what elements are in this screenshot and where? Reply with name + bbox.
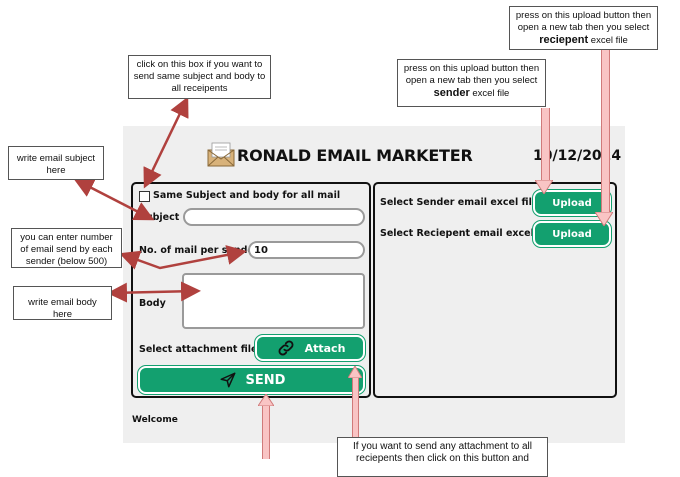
welcome-label: Welcome <box>132 415 178 425</box>
link-icon <box>278 340 294 356</box>
arrow-recipient-upload <box>601 50 610 212</box>
callout-sender-upload-tail: excel file <box>472 88 510 99</box>
body-textarea[interactable] <box>182 273 365 329</box>
attachment-label: Select attachment file <box>139 344 258 355</box>
callout-subject: write email subject here <box>8 146 104 180</box>
callout-recipient-upload-tail: excel file <box>590 35 628 46</box>
arrow-attach <box>352 378 359 438</box>
mail-per-sender-input[interactable]: 10 <box>248 241 365 259</box>
sender-file-label: Select Sender email excel file <box>380 197 539 208</box>
send-button[interactable]: SEND <box>137 365 366 395</box>
callout-recipient-upload: press on this upload button then open a … <box>509 6 658 50</box>
callout-sender-upload-bold: sender <box>433 87 470 99</box>
callout-mail-count: you can enter number of email send by ea… <box>11 228 122 268</box>
upload-panel: Select Sender email excel file Upload Se… <box>373 182 617 398</box>
callout-sender-upload-text: press on this upload button then open a … <box>403 63 540 86</box>
same-content-label: Same Subject and body for all mail <box>153 190 341 201</box>
send-button-label: SEND <box>245 372 286 388</box>
send-icon <box>220 372 236 388</box>
subject-input[interactable] <box>183 208 365 226</box>
callout-recipient-upload-bold: reciepent <box>539 34 589 46</box>
app-title: RONALD EMAIL MARKETER <box>237 146 473 165</box>
compose-panel: Same Subject and body for all mail Subje… <box>131 182 371 398</box>
same-content-checkbox[interactable] <box>139 191 150 202</box>
mail-per-sender-label: No. of mail per sender <box>139 245 259 256</box>
callout-same-box: click on this box if you want to send sa… <box>128 55 271 99</box>
body-label: Body <box>139 298 166 309</box>
arrow-sender-upload <box>541 108 550 180</box>
arrow-send <box>262 406 270 459</box>
attach-button-label: Attach <box>304 341 346 355</box>
callout-attachment: If you want to send any attachment to al… <box>337 437 548 477</box>
subject-label: Subject <box>139 212 180 223</box>
attach-button[interactable]: Attach <box>254 334 366 362</box>
recipient-file-label: Select Reciepent email excel file <box>380 228 554 239</box>
mail-logo-icon <box>207 141 235 167</box>
callout-body: write email body here <box>13 286 112 320</box>
arrow-attach-head <box>348 366 362 378</box>
callout-sender-upload: press on this upload button then open a … <box>397 59 546 107</box>
arrow-recipient-upload-head <box>595 212 613 226</box>
arrow-send-head <box>258 394 274 406</box>
callout-recipient-upload-text: press on this upload button then open a … <box>515 10 652 33</box>
arrow-sender-upload-head <box>535 180 553 194</box>
